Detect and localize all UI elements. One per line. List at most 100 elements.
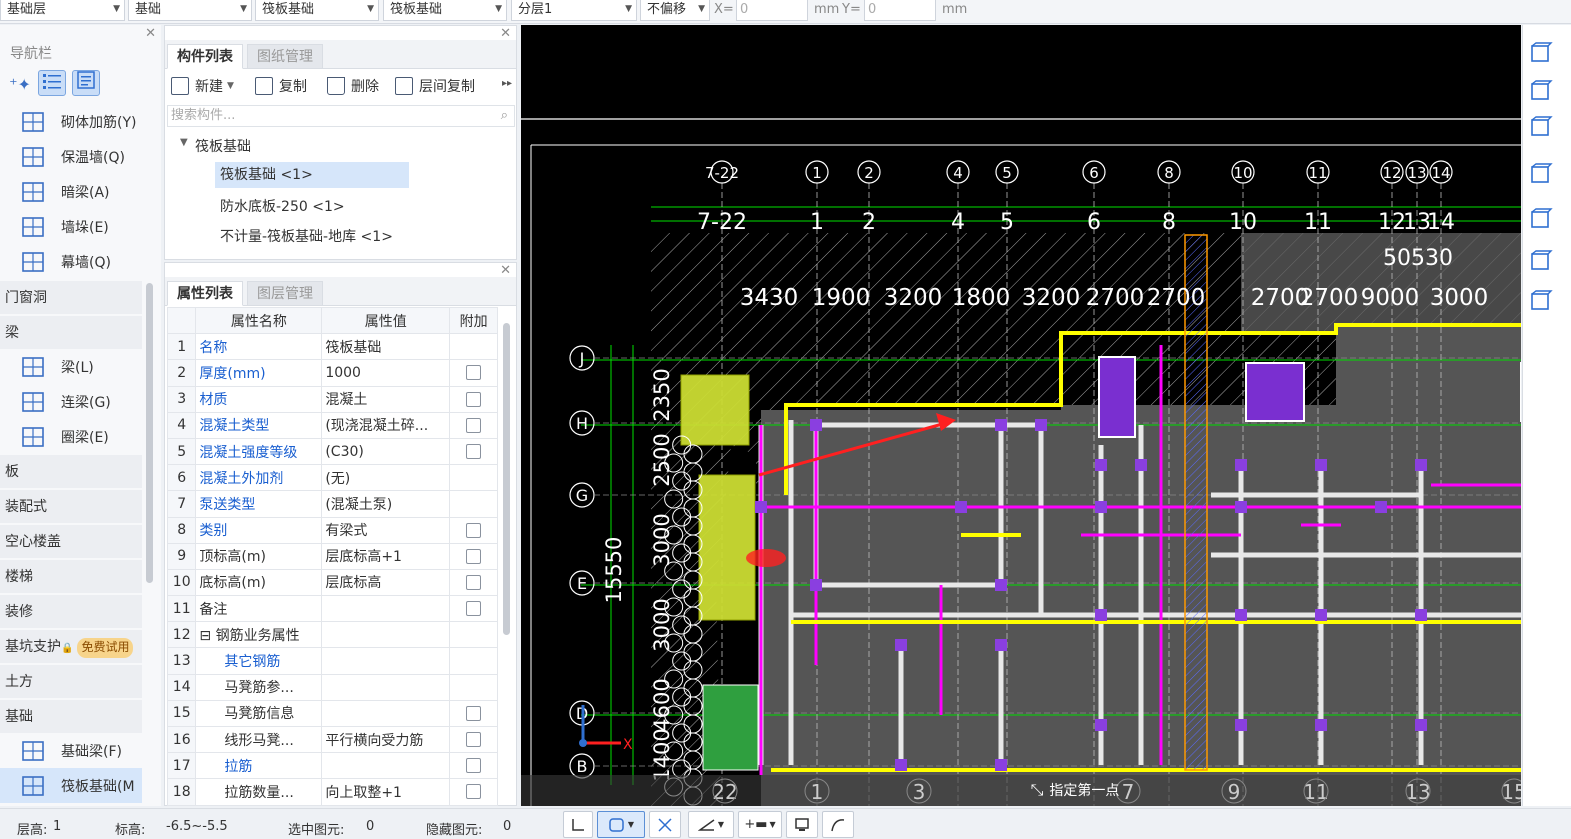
property-scrollbar[interactable] [503, 323, 510, 635]
property-value[interactable]: 混凝土 [321, 385, 451, 413]
nav-item-8[interactable]: 连梁(G) [0, 384, 142, 419]
extra-checkbox[interactable] [466, 444, 482, 460]
tree-item-unmeasured[interactable]: 不计量-筏板基础-地库 <1> [220, 226, 393, 246]
extra-checkbox[interactable] [466, 417, 482, 433]
cube-icon[interactable] [1527, 113, 1555, 141]
property-row[interactable]: 1 名称 筏板基础 [166, 333, 498, 361]
curve-button[interactable] [822, 811, 854, 838]
offset-dropdown[interactable]: 不偏移 ▼ [640, 0, 710, 21]
detail-view-icon[interactable] [72, 70, 100, 96]
nav-item-2[interactable]: 暗梁(A) [0, 174, 142, 209]
sphere-icon[interactable] [1527, 39, 1555, 67]
nav-category-14[interactable]: 装修 [0, 595, 142, 629]
property-row[interactable]: 2 厚度(mm) 1000 [166, 359, 498, 387]
type-dropdown[interactable]: 筏板基础 ▼ [255, 0, 379, 21]
list-view-icon[interactable] [38, 70, 66, 96]
property-value[interactable] [321, 621, 451, 649]
extra-checkbox[interactable] [466, 365, 482, 381]
extra-checkbox[interactable] [466, 705, 482, 721]
category-dropdown[interactable]: 基础 ▼ [128, 0, 252, 21]
property-value[interactable]: (混凝土泵) [321, 490, 451, 518]
delete-button[interactable]: 删除 [327, 76, 379, 96]
property-value[interactable]: (C30) [321, 437, 451, 466]
snap-button[interactable]: ▼ [597, 811, 645, 838]
nav-item-1[interactable]: 保温墙(Q) [0, 139, 142, 174]
property-row[interactable]: 13 其它钢筋 [166, 647, 498, 675]
3d-icon[interactable] [1527, 77, 1555, 105]
property-row[interactable]: 9 顶标高(m) 层底标高+1 [166, 542, 498, 570]
nav-category-16[interactable]: 土方 [0, 665, 142, 699]
property-row[interactable]: 10 底标高(m) 层底标高 [166, 568, 498, 597]
extra-checkbox[interactable] [466, 758, 482, 774]
y-input[interactable]: 0 [864, 0, 936, 21]
cube-outline-icon[interactable] [1527, 160, 1555, 188]
close-icon[interactable]: ✕ [500, 264, 511, 278]
property-value[interactable]: (无) [321, 464, 451, 492]
nav-item-4[interactable]: 幕墙(Q) [0, 244, 142, 279]
layer-dropdown[interactable]: 分层1 ▼ [511, 0, 637, 21]
drawing-canvas[interactable]: 7-22 7-22 1 1 2 2 4 4 5 5 6 6 8 8 10 10 11 11 12 12 13 13 14 14… [521, 25, 1521, 806]
nav-category-12[interactable]: 空心楼盖 [0, 525, 142, 559]
cross-button[interactable] [649, 811, 681, 838]
nav-category-15[interactable]: 基坑支护🔒 免费试用 [0, 630, 142, 664]
nav-category-11[interactable]: 装配式 [0, 490, 142, 524]
property-value[interactable]: 1000 [321, 359, 451, 387]
tree-item-raft[interactable]: 筏板基础 <1> [215, 162, 409, 188]
floor-copy-button[interactable]: 层间复制 [395, 76, 475, 96]
fullscreen-icon[interactable] [1527, 205, 1555, 233]
property-row[interactable]: 5 混凝土强度等级 (C30) [166, 437, 498, 466]
nav-item-7[interactable]: 梁(L) [0, 349, 142, 384]
tree-item-waterproof[interactable]: 防水底板-250 <1> [220, 196, 345, 216]
extra-checkbox[interactable] [466, 522, 482, 538]
property-row[interactable]: 18 拉筋数量... 向上取整+1 [166, 778, 498, 806]
extra-checkbox[interactable] [466, 601, 482, 617]
extra-checkbox[interactable] [466, 391, 482, 407]
tab-component-list[interactable]: 构件列表 [167, 44, 243, 69]
property-value[interactable]: 筏板基础 [321, 333, 451, 361]
property-value[interactable] [321, 595, 451, 623]
extra-checkbox[interactable] [466, 574, 482, 590]
property-row[interactable]: 12 ⊟ 钢筋业务属性 [166, 621, 498, 649]
property-row[interactable]: 3 材质 混凝土 [166, 385, 498, 413]
property-value[interactable]: 有梁式 [321, 516, 451, 544]
property-value[interactable]: 向上取整+1 [321, 778, 451, 806]
floor-dropdown[interactable]: 基础层 ▼ [0, 0, 125, 21]
close-icon[interactable]: ✕ [500, 27, 511, 41]
property-row[interactable]: 6 混凝土外加剂 (无) [166, 464, 498, 492]
property-row[interactable]: 4 混凝土类型 (现浇混凝土碎... [166, 411, 498, 439]
close-icon[interactable]: ✕ [145, 27, 156, 41]
extra-checkbox[interactable] [466, 548, 482, 564]
nav-category-5[interactable]: 门窗洞 [0, 281, 142, 315]
x-input[interactable]: 0 [736, 0, 808, 21]
property-row[interactable]: 16 线形马凳... 平行横向受力筋 [166, 725, 498, 754]
property-value[interactable]: (现浇混凝土碎... [321, 411, 451, 439]
nav-category-17[interactable]: 基础 [0, 700, 142, 734]
nav-category-6[interactable]: 梁 [0, 316, 142, 350]
property-value[interactable] [321, 673, 451, 701]
property-icon[interactable] [1527, 287, 1555, 315]
view-cube-icon[interactable] [1527, 247, 1555, 275]
property-value[interactable]: 平行横向受力筋 [321, 725, 451, 754]
collapse-icon[interactable]: ⊟ [199, 628, 215, 644]
pin-icon[interactable]: ⁺✦ [6, 72, 34, 98]
property-value[interactable] [321, 752, 451, 780]
new-button[interactable]: 新建 ▼ [171, 76, 234, 96]
tree-collapse-icon[interactable]: ▼ [180, 137, 188, 148]
copy-button[interactable]: 复制 [255, 76, 307, 96]
component-dropdown[interactable]: 筏板基础 ▼ [383, 0, 507, 21]
tab-drawing-management[interactable]: 图纸管理 [247, 44, 323, 69]
offset-button[interactable]: +▬ ▼ [738, 811, 782, 838]
cad-drawing[interactable]: 7-227-2211224455668810101111121213131414… [521, 25, 1521, 806]
extra-checkbox[interactable] [466, 784, 482, 800]
property-row[interactable]: 15 马凳筋信息 [166, 699, 498, 728]
nav-scrollbar[interactable] [146, 283, 153, 583]
property-row[interactable]: 11 备注 [166, 595, 498, 623]
tab-property-list[interactable]: 属性列表 [167, 281, 243, 306]
property-value[interactable] [321, 647, 451, 675]
angle-button[interactable]: ▼ [688, 811, 734, 838]
nav-item-3[interactable]: 墙垛(E) [0, 209, 142, 244]
property-value[interactable]: 层底标高+1 [321, 542, 451, 570]
tree-root[interactable]: 筏板基础 [195, 136, 251, 156]
property-row[interactable]: 7 泵送类型 (混凝土泵) [166, 490, 498, 518]
tab-layer-management[interactable]: 图层管理 [247, 281, 323, 306]
